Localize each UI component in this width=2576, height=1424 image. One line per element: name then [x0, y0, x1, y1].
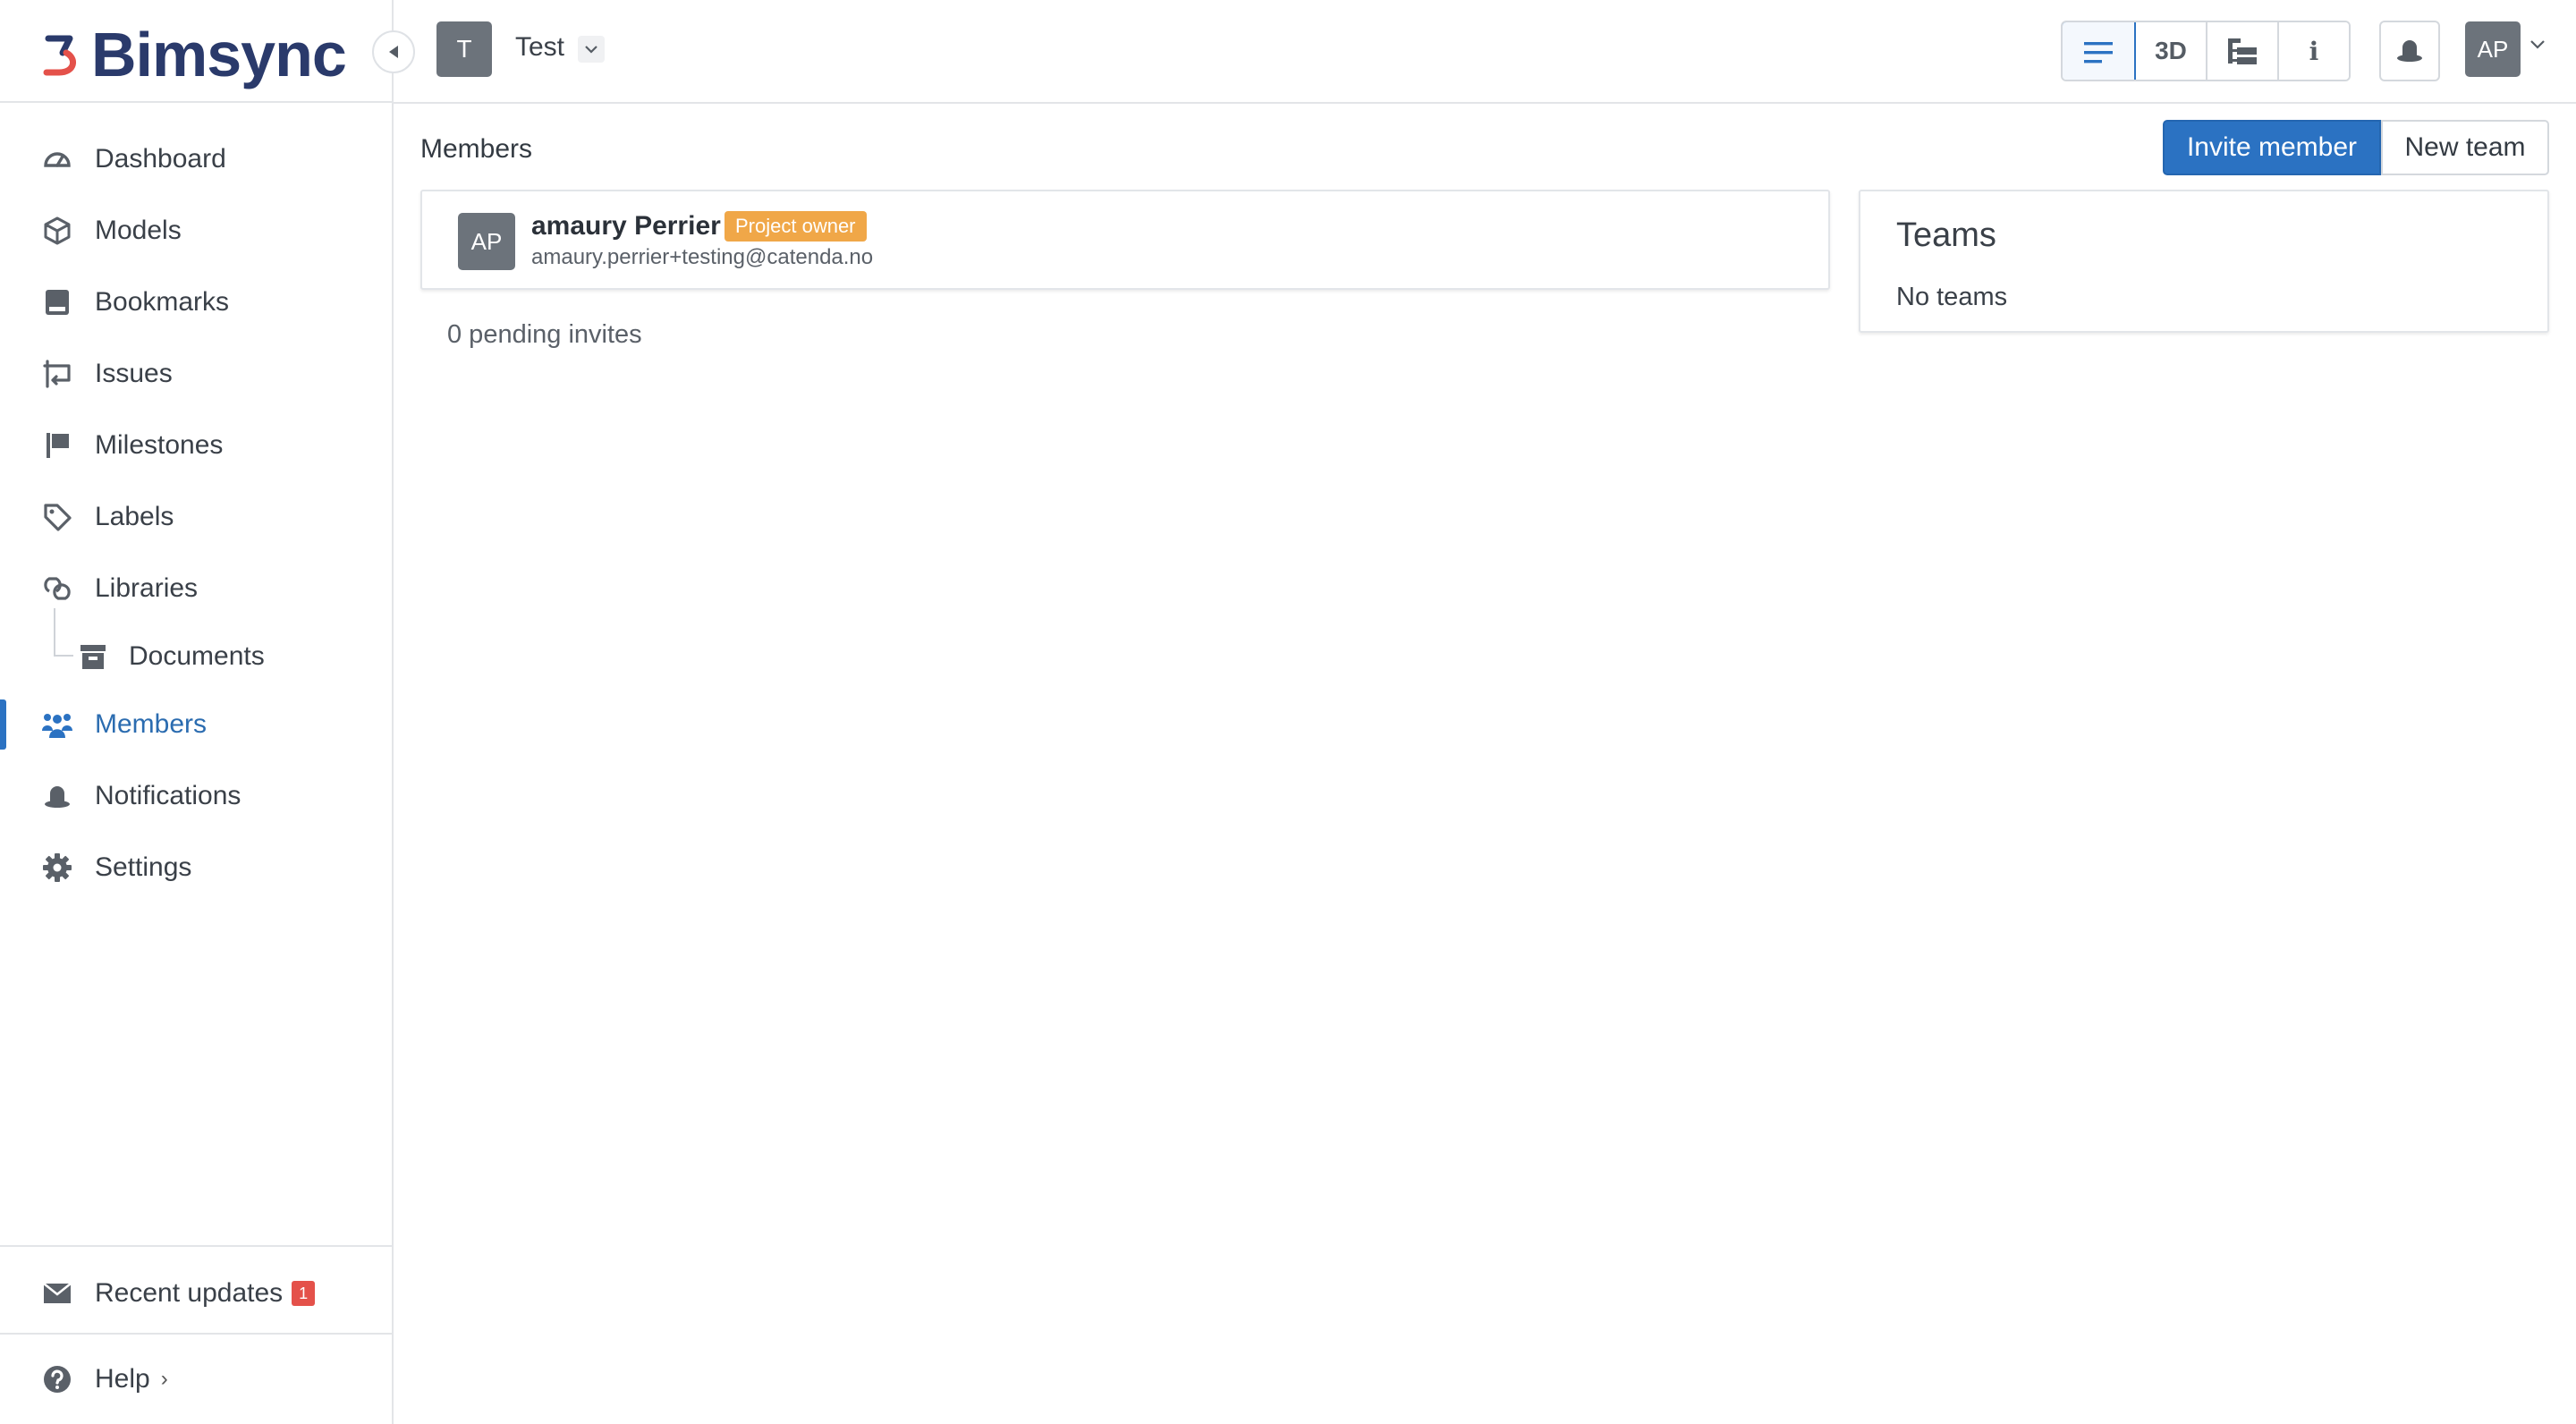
- list-lines-icon: [2082, 39, 2114, 66]
- logo-text: Bimsync: [91, 20, 347, 89]
- chevron-right-icon: ›: [160, 1367, 168, 1391]
- member-email: amaury.perrier+testing@catenda.no: [531, 245, 874, 269]
- recent-updates-link[interactable]: Recent updates 1: [41, 1258, 316, 1329]
- sidebar-item-label: Labels: [95, 502, 174, 531]
- sidebar-item-dashboard[interactable]: Dashboard: [0, 123, 392, 195]
- tag-icon: [41, 501, 73, 533]
- sidebar-item-documents[interactable]: Documents: [0, 608, 392, 689]
- bell-icon: [2394, 37, 2425, 65]
- sidebar-item-members[interactable]: Members: [0, 689, 392, 760]
- sidebar-item-label: Members: [95, 709, 208, 739]
- tree-view-button[interactable]: [2207, 22, 2279, 80]
- libraries-icon: [41, 572, 73, 605]
- sidebar-item-label: Documents: [129, 641, 265, 671]
- sidebar-item-notifications[interactable]: Notifications: [0, 760, 392, 832]
- chevron-down-icon[interactable]: [2529, 39, 2546, 50]
- 3d-view-button[interactable]: 3D: [2136, 22, 2207, 80]
- teams-panel: Teams No teams: [1859, 190, 2549, 333]
- sidebar-item-label: Milestones: [95, 430, 224, 460]
- bookmark-icon: [41, 286, 73, 318]
- top-header: T Test 3D i AP: [394, 0, 2576, 104]
- sidebar-item-label: Dashboard: [95, 144, 226, 174]
- list-view-button[interactable]: [2063, 22, 2136, 80]
- avatar: AP: [458, 213, 515, 270]
- dashboard-icon: [41, 143, 73, 175]
- divider: [0, 101, 392, 103]
- bimsync-logo-icon: [39, 30, 82, 80]
- tree-connector: [54, 608, 73, 657]
- teams-title: Teams: [1896, 216, 1996, 254]
- divider: [0, 1245, 392, 1247]
- help-link[interactable]: Help ›: [41, 1345, 168, 1413]
- envelope-icon: [41, 1277, 73, 1310]
- sidebar-item-labels[interactable]: Labels: [0, 481, 392, 553]
- teams-empty-text: No teams: [1896, 283, 2008, 311]
- project-dropdown-button[interactable]: [578, 36, 605, 63]
- divider: [0, 1333, 392, 1335]
- sidebar-nav: Dashboard Models Bookmarks Issues Milest…: [0, 123, 392, 903]
- sidebar-item-label: Settings: [95, 852, 192, 882]
- project-avatar[interactable]: T: [436, 21, 492, 77]
- sidebar-item-settings[interactable]: Settings: [0, 832, 392, 903]
- user-avatar-button[interactable]: AP: [2465, 21, 2521, 77]
- pending-invites-text: 0 pending invites: [447, 320, 642, 349]
- sidebar-item-issues[interactable]: Issues: [0, 338, 392, 410]
- sidebar-item-label: Libraries: [95, 573, 199, 603]
- sidebar-item-label: Notifications: [95, 781, 242, 810]
- recent-updates-count-badge: 1: [292, 1281, 316, 1306]
- gear-icon: [41, 852, 73, 884]
- sidebar-item-label: Bookmarks: [95, 287, 230, 317]
- help-label: Help: [95, 1364, 150, 1394]
- invite-member-button[interactable]: Invite member: [2163, 120, 2381, 175]
- sidebar-item-label: Models: [95, 216, 182, 245]
- flag-icon: [41, 429, 73, 462]
- notifications-button[interactable]: [2379, 21, 2440, 81]
- tree-structure-icon: [2226, 37, 2258, 65]
- sidebar-item-label: Issues: [95, 359, 173, 388]
- role-badge: Project owner: [724, 211, 867, 242]
- caret-left-icon: [387, 45, 400, 59]
- sidebar-item-models[interactable]: Models: [0, 195, 392, 267]
- sidebar: Bimsync Dashboard Models Bookmarks Issue…: [0, 0, 394, 1424]
- help-icon: [41, 1363, 73, 1395]
- logo[interactable]: Bimsync: [39, 20, 347, 89]
- new-team-button[interactable]: New team: [2381, 120, 2549, 175]
- member-row[interactable]: AP amaury Perrier Project owner amaury.p…: [420, 190, 1830, 290]
- chevron-down-icon: [584, 45, 598, 54]
- page-title: Members: [420, 134, 533, 164]
- collapse-sidebar-button[interactable]: [372, 30, 415, 73]
- member-name: amaury Perrier: [531, 211, 721, 241]
- recent-updates-label: Recent updates: [95, 1278, 284, 1308]
- info-view-button[interactable]: i: [2279, 22, 2349, 80]
- members-icon: [41, 708, 73, 741]
- sidebar-item-milestones[interactable]: Milestones: [0, 410, 392, 481]
- sidebar-item-bookmarks[interactable]: Bookmarks: [0, 267, 392, 338]
- cube-icon: [41, 215, 73, 247]
- view-switcher: 3D i: [2061, 21, 2351, 81]
- bell-icon: [41, 780, 73, 812]
- archive-icon: [77, 640, 109, 673]
- issues-icon: [41, 358, 73, 390]
- project-name[interactable]: Test: [515, 32, 564, 63]
